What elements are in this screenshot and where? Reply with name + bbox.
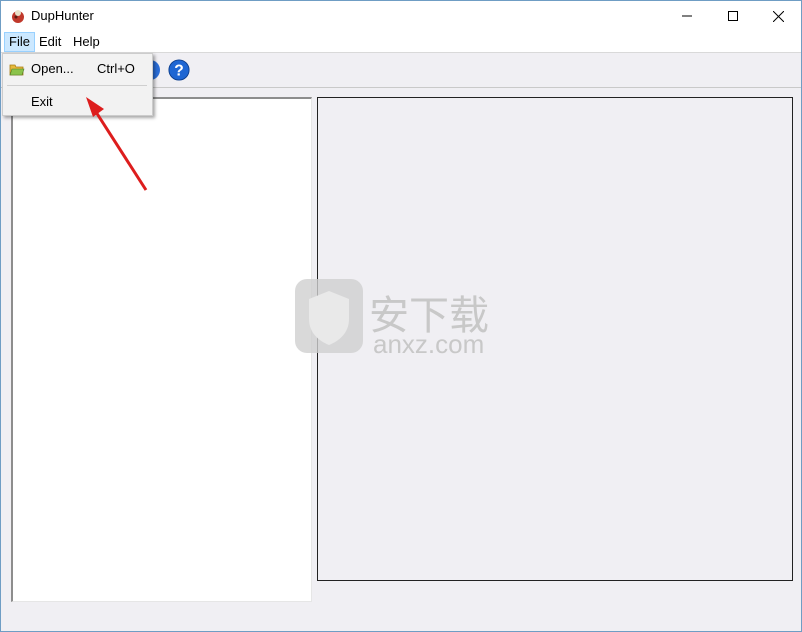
menu-item-open-shortcut: Ctrl+O: [97, 61, 135, 76]
menu-item-exit-label: Exit: [31, 94, 53, 109]
title-bar[interactable]: DupHunter: [1, 1, 801, 31]
watermark: 安下载 anxz.com: [295, 279, 489, 359]
watermark-en: anxz.com: [373, 329, 484, 359]
menu-item-open[interactable]: Open... Ctrl+O: [5, 57, 150, 81]
close-button[interactable]: [755, 1, 801, 31]
menu-item-exit[interactable]: Exit: [5, 90, 150, 114]
close-icon: [772, 10, 784, 22]
maximize-button[interactable]: [710, 1, 756, 31]
app-window: DupHunter File Edit Help ? 安下载 anxz.com …: [0, 0, 802, 632]
menu-bar: File Edit Help: [1, 31, 801, 53]
file-menu-dropdown: Open... Ctrl+O Exit: [2, 53, 153, 116]
open-folder-icon: [9, 64, 25, 76]
app-icon: [12, 10, 24, 23]
menu-file[interactable]: File: [4, 32, 35, 52]
minimize-icon: [682, 15, 692, 17]
tree-view-panel[interactable]: [11, 97, 312, 602]
svg-text:?: ?: [174, 63, 184, 80]
menu-edit[interactable]: Edit: [35, 33, 65, 51]
menu-item-open-label: Open...: [31, 61, 74, 76]
status-bar: [1, 607, 801, 631]
minimize-button[interactable]: [664, 1, 710, 31]
maximize-icon: [728, 11, 738, 21]
window-title: DupHunter: [31, 8, 94, 23]
menu-help[interactable]: Help: [69, 33, 104, 51]
menu-separator: [7, 85, 147, 86]
help-icon[interactable]: ?: [168, 59, 190, 81]
